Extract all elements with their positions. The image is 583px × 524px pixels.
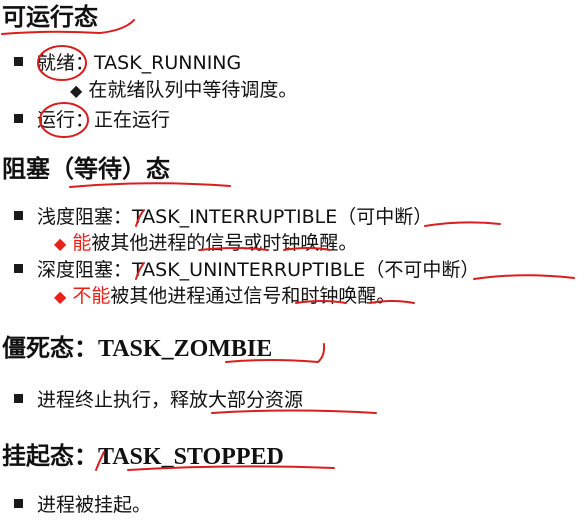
section-title-stopped: 挂起态：TASK_STOPPED bbox=[2, 441, 284, 472]
section-title-blocked: 阻塞（等待）态 bbox=[2, 155, 170, 183]
deep-block-value: ：TASK_UNINTERRUPTIBLE（不可中断） bbox=[113, 259, 480, 281]
list-subitem-ready: ◆ 在就绪队列中等待调度。 bbox=[70, 78, 297, 103]
ink-underline-uninterruptible bbox=[473, 274, 575, 280]
stopped-title-en: TASK_STOPPED bbox=[98, 444, 284, 470]
light-block-sub-red: 能 bbox=[72, 232, 92, 254]
ready-sub-text: 在就绪队列中等待调度。 bbox=[88, 79, 298, 101]
section-title-runnable: 可运行态 bbox=[2, 3, 98, 31]
square-bullet-icon bbox=[14, 114, 23, 123]
light-block-sub-rest: 被其他进程的信号或时钟唤醒。 bbox=[91, 232, 358, 254]
light-block-value: ：TASK_INTERRUPTIBLE（可中断） bbox=[113, 206, 433, 228]
square-bullet-icon bbox=[14, 499, 23, 508]
list-item-ready: 就绪：TASK_RUNNING bbox=[14, 51, 241, 75]
square-bullet-icon bbox=[14, 57, 23, 66]
deep-block-label: 深度阻塞 bbox=[37, 259, 114, 281]
section-title-zombie: 僵死态：TASK_ZOMBIE bbox=[2, 333, 272, 364]
list-item-zombie: 进程终止执行，释放大部分资源 bbox=[14, 388, 303, 412]
list-item-running: 运行：正在运行 bbox=[14, 108, 170, 132]
square-bullet-icon bbox=[14, 394, 23, 403]
zombie-item-text: 进程终止执行，释放大部分资源 bbox=[37, 389, 304, 411]
stopped-item-text: 进程被挂起。 bbox=[37, 494, 152, 516]
square-bullet-icon bbox=[14, 211, 23, 220]
stopped-title-cn: 挂起态： bbox=[2, 442, 98, 470]
list-subitem-deep-block: ◆ 不能被其他进程通过信号和时钟唤醒。 bbox=[54, 284, 395, 309]
running-value: ：正在运行 bbox=[75, 109, 171, 131]
list-item-deep-block: 深度阻塞：TASK_UNINTERRUPTIBLE（不可中断） bbox=[14, 258, 479, 282]
list-subitem-light-block: ◆ 能被其他进程的信号或时钟唤醒。 bbox=[54, 231, 357, 256]
square-bullet-icon bbox=[14, 264, 23, 273]
zombie-title-cn: 僵死态： bbox=[2, 334, 98, 362]
diamond-bullet-icon: ◆ bbox=[54, 287, 67, 306]
deep-block-sub-red: 不能 bbox=[72, 285, 111, 307]
zombie-title-en: TASK_ZOMBIE bbox=[98, 336, 273, 362]
list-item-light-block: 浅度阻塞：TASK_INTERRUPTIBLE（可中断） bbox=[14, 205, 432, 229]
list-item-stopped: 进程被挂起。 bbox=[14, 493, 151, 517]
light-block-label: 浅度阻塞 bbox=[37, 206, 114, 228]
ready-value: ：TASK_RUNNING bbox=[75, 52, 242, 74]
diamond-bullet-icon: ◆ bbox=[70, 81, 83, 100]
ready-label: 就绪 bbox=[37, 52, 76, 74]
ink-underline-interruptible bbox=[424, 221, 501, 227]
running-label: 运行 bbox=[37, 109, 76, 131]
deep-block-sub-rest: 被其他进程通过信号和时钟唤醒。 bbox=[110, 285, 396, 307]
diamond-bullet-icon: ◆ bbox=[54, 234, 67, 253]
